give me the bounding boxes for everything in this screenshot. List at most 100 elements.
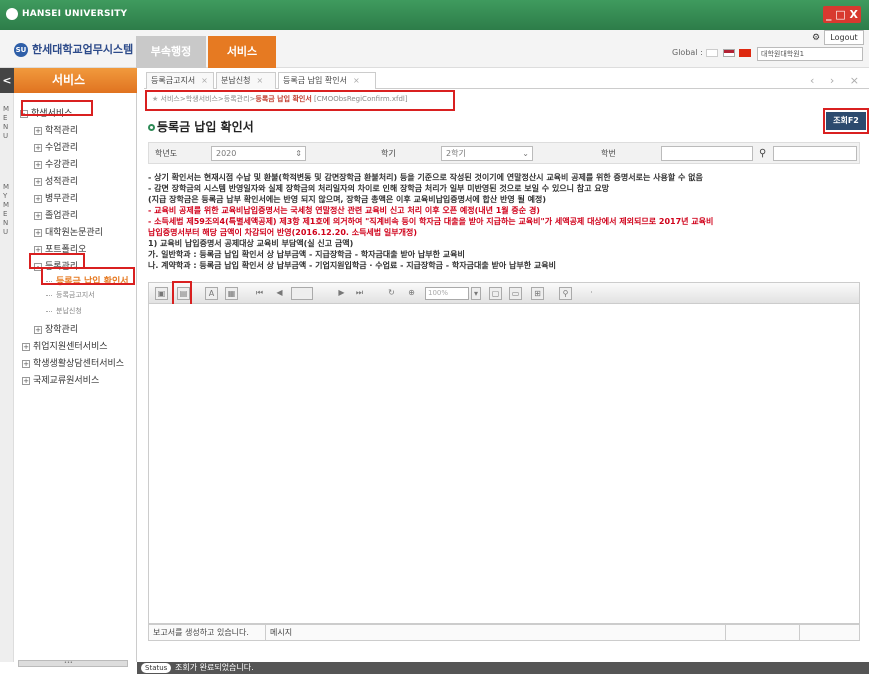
spinner-icon[interactable]: ⇕: [295, 147, 302, 160]
year-stepper[interactable]: 2020 ⇕: [211, 146, 306, 161]
term-select[interactable]: 2학기 ⌄: [441, 146, 533, 161]
logout-button[interactable]: Logout: [824, 30, 864, 45]
notice-line: (지급 장학금은 등록금 납부 확인서에는 반영 되지 않으며, 장학금 총액은…: [148, 195, 547, 204]
tab-label: 등록금 납입 확인서: [283, 76, 347, 85]
sidebar-item-thesis[interactable]: + 대학원논문관리: [34, 225, 103, 238]
window-titlebar: HANSEI UNIVERSITY _ □ X: [0, 0, 869, 30]
sidebar-item-military[interactable]: + 병무관리: [34, 191, 78, 204]
sidebar-item-international[interactable]: + 국제교류원서비스: [22, 373, 99, 386]
tab-business-admin[interactable]: 부속행정: [136, 36, 206, 68]
tab-services[interactable]: 서비스: [208, 36, 276, 68]
sidebar-item-counseling-center[interactable]: + 학생생활상담센터서비스: [22, 356, 124, 369]
tree-leaf-line: [46, 294, 52, 296]
tab-installment[interactable]: 분납신청 ×: [216, 72, 276, 89]
expand-icon[interactable]: +: [34, 325, 42, 334]
expand-icon[interactable]: +: [34, 211, 42, 220]
settings-icon[interactable]: ⚙: [812, 33, 820, 43]
expand-icon[interactable]: +: [22, 342, 30, 351]
student-name-field[interactable]: [773, 146, 857, 161]
sidebar-item-enrollment[interactable]: + 수강관리: [34, 157, 78, 170]
prev-page-icon[interactable]: ◀: [273, 287, 286, 300]
korea-flag-icon[interactable]: [706, 48, 719, 57]
highlight-box: [145, 90, 455, 111]
sidebar-item-label: 대학원논문관리: [45, 228, 103, 238]
main-content: 등록금고지서 × 분납신청 × 등록금 납입 확인서 × ‹ › × ★ 서비스>학생…: [144, 68, 869, 662]
collapse-sidebar-icon[interactable]: <: [0, 68, 14, 93]
expand-icon[interactable]: +: [34, 143, 42, 152]
report-toolbar: ▣ ▤ A ▦ ⏮ ◀ ▶ ⏭ ↻ ⊕ 100% ▾ ▢ ▭ ⊞ ⚲ ·: [148, 282, 860, 304]
search-icon[interactable]: ⚲: [759, 148, 766, 159]
last-page-icon[interactable]: ⏭: [353, 287, 366, 300]
highlight-box: [823, 108, 869, 134]
student-id-label: 학번: [601, 149, 616, 158]
brand: SU 한세대학교업무시스템: [14, 41, 133, 57]
notice-line-warning: 납입증명서부터 해당 금액이 차감되어 반영(2016.12.20. 소득세법 …: [148, 228, 418, 237]
expand-icon[interactable]: +: [34, 177, 42, 186]
mymenu-tab[interactable]: MYMENU: [3, 183, 11, 237]
sidebar: < 서비스 MENU MYMENU - 학생서비스 + 학적관리 + 수업관리 + 수강…: [0, 68, 137, 667]
scroll-grip: •••: [64, 660, 73, 666]
global-language: Global :: [672, 48, 752, 57]
sidebar-item-label: 학생생활상담센터서비스: [33, 359, 125, 369]
window-controls[interactable]: _ □ X: [823, 6, 861, 23]
notice-line-warning: - 교육비 공제를 위한 교육비납입증명서는 국세청 연말정산 관련 교육비 신…: [148, 206, 540, 215]
sidebar-item-label: 성적관리: [45, 177, 79, 187]
fit-width-icon[interactable]: ▭: [509, 287, 522, 300]
sidebar-scrollbar[interactable]: •••: [18, 660, 128, 667]
sidebar-strip: MENU MYMENU: [0, 93, 14, 662]
close-icon[interactable]: ×: [353, 76, 360, 85]
student-id-input[interactable]: [661, 146, 753, 161]
notice-line: 1) 교육비 납입증명서 공제대상 교육비 부담액(실 신고 금액): [148, 239, 354, 248]
china-flag-icon[interactable]: [739, 48, 752, 57]
highlight-box: [41, 267, 135, 285]
tab-label: 등록금고지서: [151, 76, 196, 85]
sidebar-item-career-center[interactable]: + 취업지원센터서비스: [22, 339, 108, 352]
sidebar-item-scholarship[interactable]: + 장학관리: [34, 322, 78, 335]
expand-icon[interactable]: +: [34, 228, 42, 237]
status-bar: Status 조회가 완료되었습니다.: [137, 662, 869, 674]
fit-window-icon[interactable]: ⊞: [531, 287, 544, 300]
us-flag-icon[interactable]: [722, 48, 735, 57]
status-divider: [799, 625, 800, 640]
tree-leaf-line: [46, 310, 52, 312]
tab-tuition-receipt[interactable]: 등록금 납입 확인서 ×: [278, 72, 376, 89]
chevron-down-icon[interactable]: ⌄: [522, 147, 529, 160]
more-icon[interactable]: ·: [585, 287, 598, 300]
close-icon[interactable]: ×: [201, 76, 208, 85]
tab-nav-buttons[interactable]: ‹ › ×: [810, 74, 865, 87]
find-icon[interactable]: ⚲: [559, 287, 572, 300]
close-icon[interactable]: ×: [256, 76, 263, 85]
menu-tab[interactable]: MENU: [3, 105, 11, 141]
org-select[interactable]: 대학원대학원1: [757, 47, 863, 61]
fit-page-icon[interactable]: ▢: [489, 287, 502, 300]
zoom-select[interactable]: 100%: [425, 287, 469, 300]
expand-icon[interactable]: +: [22, 376, 30, 385]
save-icon[interactable]: ▣: [155, 287, 168, 300]
expand-icon[interactable]: +: [22, 359, 30, 368]
sidebar-item-grades[interactable]: + 성적관리: [34, 174, 78, 187]
report-status-message: 보고서를 생성하고 있습니다.: [153, 628, 249, 637]
zoom-icon[interactable]: ⊕: [405, 287, 418, 300]
term-label: 학기: [381, 149, 396, 158]
page-setup-icon[interactable]: ▦: [225, 287, 238, 300]
refresh-icon[interactable]: ↻: [385, 287, 398, 300]
sidebar-item-classes[interactable]: + 수업관리: [34, 140, 78, 153]
status-badge: Status: [141, 663, 172, 673]
page-number-box[interactable]: [291, 287, 313, 300]
sidebar-item-installment[interactable]: 분납신청: [46, 306, 82, 316]
zoom-dropdown-icon[interactable]: ▾: [471, 287, 481, 300]
sidebar-item-tuition-bill[interactable]: 등록금고지서: [46, 290, 95, 300]
expand-icon[interactable]: +: [34, 194, 42, 203]
expand-icon[interactable]: +: [34, 126, 42, 135]
sidebar-item-academic-records[interactable]: + 학적관리: [34, 123, 78, 136]
expand-icon[interactable]: +: [34, 160, 42, 169]
report-viewer[interactable]: [148, 304, 860, 624]
text-export-icon[interactable]: A: [205, 287, 218, 300]
first-page-icon[interactable]: ⏮: [253, 287, 266, 300]
global-label: Global :: [672, 48, 703, 57]
tab-tuition-bill[interactable]: 등록금고지서 ×: [146, 72, 214, 89]
university-logo-icon: SU: [14, 43, 28, 57]
sidebar-item-graduation[interactable]: + 졸업관리: [34, 208, 78, 221]
sidebar-item-label: 장학관리: [45, 325, 79, 335]
next-page-icon[interactable]: ▶: [335, 287, 348, 300]
